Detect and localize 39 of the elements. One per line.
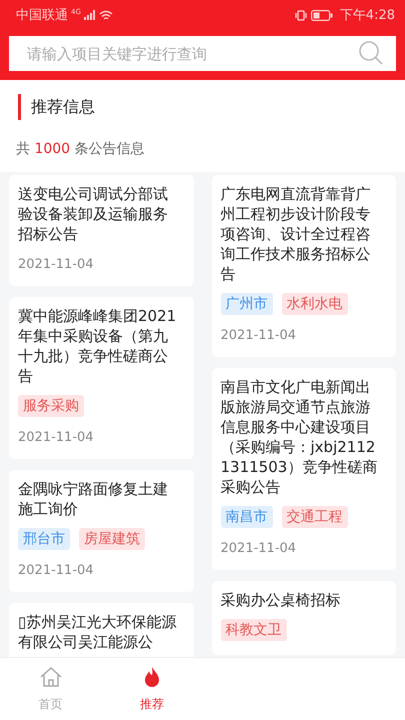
tag: 水利水电: [282, 293, 348, 315]
notice-card[interactable]: 采购办公桌椅招标 科教文卫: [212, 581, 396, 655]
search-field[interactable]: 请输入项目关键字进行查询: [9, 36, 396, 71]
tag: 广州市: [220, 293, 272, 315]
notice-card[interactable]: 南昌市文化广电新闻出版旅游局交通节点旅游信息服务中心建设项目（采购编号：jxbj21121311503）竞争性磋商采购公告 南昌市 交通工程 2021-11-04: [212, 368, 396, 570]
battery-icon: [310, 10, 333, 20]
notice-card[interactable]: 广东电网直流背靠背广州工程初步设计阶段专项咨询、设计全过程咨询工作技术服务招标公告 广州市 水利水电 2021-11-04: [212, 175, 396, 357]
nav-tab[interactable]: 推荐: [101, 658, 202, 720]
notice-date: 2021-11-04: [220, 541, 298, 556]
tag: 交通工程: [282, 506, 348, 528]
clock-time: 下午4:28: [340, 7, 395, 24]
tag: 服务采购: [18, 395, 84, 417]
notice-title: 南昌市文化广电新闻出版旅游局交通节点旅游信息服务中心建设项目（采购编号：jxbj21121311503）竞争性磋商采购公告: [220, 377, 378, 497]
result-count: 共 1000 条公告信息: [0, 130, 405, 172]
carrier-name: 中国联通: [16, 7, 68, 24]
notice-title: 广东电网直流背靠背广州工程初步设计阶段专项咨询、设计全过程咨询工作技术服务招标公告: [220, 184, 372, 284]
vibrate-icon: [294, 10, 308, 20]
tag: 科教文卫: [220, 619, 286, 641]
notice-date: 2021-11-04: [220, 328, 298, 343]
section-title: 推荐信息: [31, 96, 95, 118]
home-icon: [38, 666, 63, 688]
notice-title: 采购办公桌椅招标: [220, 590, 342, 610]
search-icon[interactable]: [358, 40, 384, 66]
notice-card[interactable]: 冀中能源峰峰集团2021年集中采购设备（第九十九批）竞争性磋商公告 服务采购 2021-11-04: [9, 297, 194, 459]
notice-card[interactable]: 送变电公司调试分部试验设备装卸及运输服务招标公告 2021-11-04: [9, 175, 194, 286]
notice-title: 冀中能源峰峰集团2021年集中采购设备（第九十九批）竞争性磋商公告: [18, 306, 178, 386]
notice-card[interactable]: 金隅咏宁路面修复土建施工询价 邢台市 房屋建筑 2021-11-04: [9, 470, 194, 592]
notice-title: 送变电公司调试分部试验设备装卸及运输服务招标公告: [18, 184, 169, 244]
signal-icon: [84, 10, 96, 20]
notice-card[interactable]: ▯苏州吴江光大环保能源有限公司吴江能源公: [9, 603, 194, 657]
notice-date: 2021-11-04: [18, 430, 95, 445]
tag: 南昌市: [220, 506, 272, 528]
notice-title: 金隅咏宁路面修复土建施工询价: [18, 479, 169, 519]
notice-date: 2021-11-04: [18, 257, 95, 272]
tag: 房屋建筑: [79, 528, 145, 550]
wifi-icon: [98, 10, 113, 20]
tag: 邢台市: [18, 528, 70, 550]
notice-date: 2021-11-04: [18, 563, 95, 578]
notice-title: ▯苏州吴江光大环保能源有限公司吴江能源公: [18, 612, 178, 652]
